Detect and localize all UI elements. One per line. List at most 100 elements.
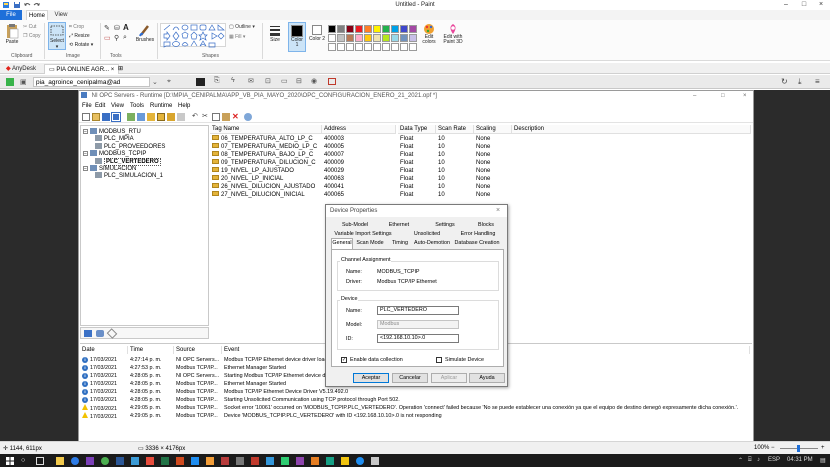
cancel-button[interactable]: Cancelar (392, 373, 428, 383)
app-icon[interactable] (281, 457, 289, 465)
palette-color-swatch[interactable] (409, 25, 417, 33)
custom-color-swatch[interactable] (364, 43, 372, 51)
palette-color-swatch[interactable] (364, 34, 372, 42)
edge-icon[interactable] (71, 457, 79, 465)
search-icon[interactable]: ○ (21, 457, 29, 465)
crop-button[interactable]: ⌗ Crop (69, 24, 84, 30)
tab-database-creation[interactable]: Database Creation (452, 239, 502, 247)
task-view-icon[interactable] (36, 457, 44, 465)
color-palette[interactable] (328, 23, 420, 53)
device-name-field[interactable]: PLC_VERTEDERO (377, 306, 459, 315)
powerpoint-icon[interactable] (176, 457, 184, 465)
palette-color-swatch[interactable] (355, 34, 363, 42)
files-icon[interactable]: ⊟ (296, 77, 302, 85)
close-button[interactable]: × (813, 0, 829, 10)
palette-color-swatch[interactable] (373, 25, 381, 33)
table-row[interactable]: 20_NIVEL_LP_INICIAL 400063 Float 10 None (210, 175, 751, 183)
palette-color-swatch[interactable] (409, 34, 417, 42)
palette-color-swatch[interactable] (346, 34, 354, 42)
copy-icon[interactable] (212, 113, 220, 121)
action-icon[interactable] (328, 78, 336, 85)
tab-blocks[interactable]: Blocks (471, 221, 501, 229)
undo-icon[interactable]: ↶ (192, 113, 200, 121)
palette-color-swatch[interactable] (328, 25, 336, 33)
display-icon[interactable] (196, 78, 205, 86)
palette-color-swatch[interactable] (364, 25, 372, 33)
maximize-button[interactable]: □ (721, 91, 725, 101)
alias-view-icon[interactable] (96, 330, 104, 337)
app-icon[interactable] (266, 457, 274, 465)
save-icon[interactable] (102, 113, 110, 121)
color-picker-icon[interactable]: ⚲ (114, 34, 119, 42)
project-view-icon[interactable] (84, 330, 92, 337)
chat-icon[interactable]: ✉ (248, 77, 254, 85)
menu-runtime[interactable]: Runtime (150, 102, 172, 111)
table-row[interactable]: 07_TEMPERATURA_MEDIO_LP_C 400005 Float 10 No… (210, 143, 751, 151)
app-icon[interactable] (371, 457, 379, 465)
color1-button[interactable]: Color 1 (288, 22, 306, 52)
custom-color-swatch[interactable] (328, 43, 336, 51)
fill-dropdown[interactable]: ▦ Fill ▾ (229, 34, 245, 40)
collapse-icon[interactable]: − (83, 166, 88, 172)
outlook-icon[interactable] (191, 457, 199, 465)
cut-icon[interactable]: ✂ (202, 113, 210, 121)
palette-color-swatch[interactable] (337, 34, 345, 42)
custom-color-swatch[interactable] (373, 43, 381, 51)
rotate-button[interactable]: ⟲ Rotate ▾ (69, 42, 93, 48)
palette-color-swatch[interactable] (382, 25, 390, 33)
menu-icon[interactable]: ≡ (815, 77, 820, 86)
palette-color-swatch[interactable] (328, 34, 336, 42)
tab-variable-import-settings[interactable]: Variable Import Settings (334, 230, 392, 238)
custom-color-swatch[interactable] (346, 43, 354, 51)
minimize-button[interactable]: – (778, 0, 794, 10)
maximize-button[interactable]: □ (796, 0, 812, 10)
menu-tools[interactable]: Tools (130, 102, 144, 111)
network-icon[interactable]: ⌸ (748, 457, 752, 464)
desktop-icon[interactable]: ▣ (20, 78, 27, 86)
shapes-gallery[interactable] (160, 23, 226, 48)
tray-chevron-icon[interactable]: ⌃ (738, 457, 743, 464)
column-header[interactable]: Scaling (474, 125, 512, 134)
simulate-device-checkbox[interactable] (436, 357, 442, 363)
table-row[interactable]: 08_TEMPERATURA_BAJO_LP_C 400007 Float 10 Non… (210, 151, 751, 159)
excel-icon[interactable] (161, 457, 169, 465)
save-as-icon[interactable] (111, 112, 121, 122)
collapse-icon[interactable]: − (83, 151, 88, 157)
visual-studio-icon[interactable] (86, 457, 94, 465)
tab-home[interactable]: Home (26, 10, 48, 20)
cursor-icon[interactable]: ⌖ (167, 78, 171, 86)
tab-scan-mode[interactable]: Scan Mode (355, 239, 385, 247)
quick-client-icon[interactable] (244, 113, 252, 121)
palette-color-swatch[interactable] (337, 25, 345, 33)
palette-color-swatch[interactable] (400, 25, 408, 33)
column-header[interactable]: Tag Name (210, 125, 322, 134)
menu-file[interactable]: File (82, 102, 92, 111)
tab-general[interactable]: General (331, 238, 353, 249)
device-id-field[interactable]: <192.168.10.10>.0 (377, 334, 459, 343)
table-row[interactable]: 09_TEMPERATURA_DILUCION_C 400009 Float 10 No… (210, 159, 751, 167)
window-icon[interactable]: ▭ (281, 77, 288, 85)
eraser-icon[interactable]: ▭ (104, 34, 111, 42)
new-device-icon[interactable] (137, 113, 145, 121)
collapse-icon[interactable]: − (83, 129, 88, 135)
tab-unsolicited[interactable]: Unsolicited (412, 230, 442, 238)
custom-color-swatch[interactable] (391, 43, 399, 51)
column-header[interactable]: Date (80, 346, 128, 354)
fill-bucket-icon[interactable]: ⛁ (114, 24, 120, 32)
app-icon[interactable] (326, 457, 334, 465)
column-header[interactable]: Source (174, 346, 222, 354)
clock[interactable]: 04:31 PM (787, 457, 813, 463)
word-icon[interactable] (116, 457, 124, 465)
duplicate-tag-icon[interactable] (167, 113, 175, 121)
menu-edit[interactable]: Edit (95, 102, 105, 111)
anydesk-icon[interactable] (146, 457, 154, 465)
app-icon[interactable] (236, 457, 244, 465)
tab-file[interactable]: File (0, 10, 22, 20)
custom-color-swatch[interactable] (382, 43, 390, 51)
paste-button[interactable]: Paste (3, 23, 21, 49)
tab-timing[interactable]: Timing (388, 239, 412, 247)
tab-settings[interactable]: Settings (430, 221, 460, 229)
new-icon[interactable] (82, 113, 90, 121)
mail-icon[interactable] (131, 457, 139, 465)
palette-color-swatch[interactable] (391, 25, 399, 33)
